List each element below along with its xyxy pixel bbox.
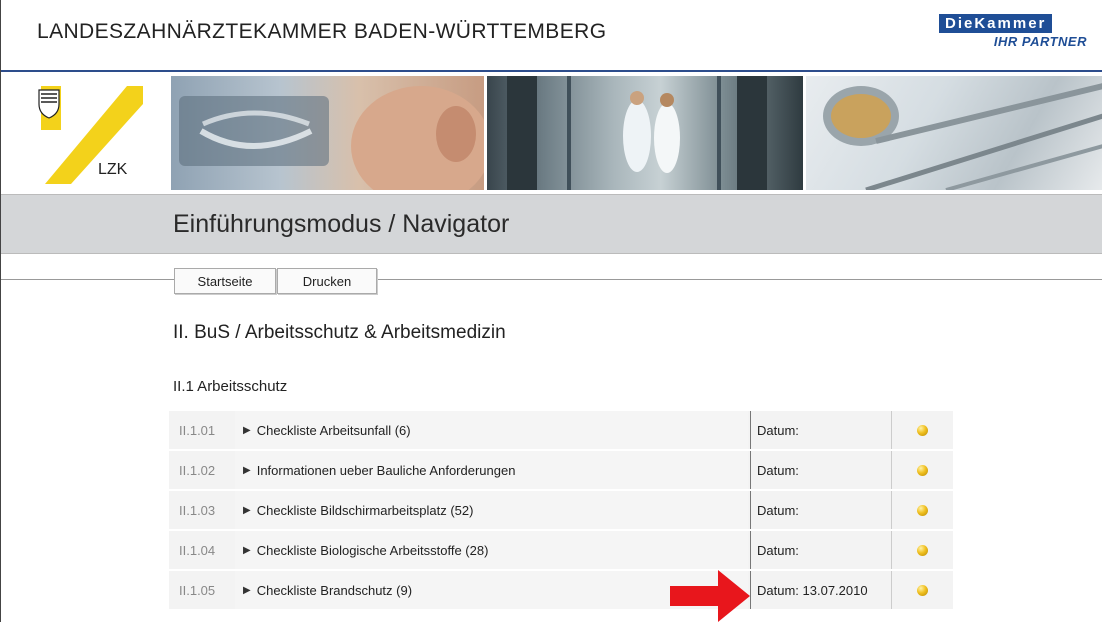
item-title-link[interactable]: ▶ Checkliste Bildschirmarbeitsplatz (52) bbox=[235, 491, 748, 529]
triangle-right-icon: ▶ bbox=[243, 504, 251, 516]
top-header: LANDESZAHNÄRZTEKAMMER BADEN-WÜRTTEMBERG … bbox=[1, 0, 1102, 72]
yellow-dot-icon bbox=[917, 584, 928, 596]
triangle-right-icon: ▶ bbox=[243, 544, 251, 556]
triangle-right-icon: ▶ bbox=[243, 584, 251, 596]
item-title: Checkliste Bildschirmarbeitsplatz (52) bbox=[256, 502, 474, 518]
lzk-logo[interactable]: LZK bbox=[31, 86, 143, 184]
section-heading: II. BuS / Arbeitsschutz & Arbeitsmedizin bbox=[173, 322, 506, 343]
table-row[interactable]: II.1.05 ▶ Checkliste Brandschutz (9) Datu… bbox=[169, 571, 953, 609]
item-title-link[interactable]: ▶ Checkliste Biologische Arbeitsstoffe (2… bbox=[235, 531, 748, 569]
item-code: II.1.05 bbox=[179, 582, 216, 598]
table-row[interactable]: II.1.03 ▶ Checkliste Bildschirmarbeitspla… bbox=[169, 491, 953, 529]
item-date: Datum: bbox=[750, 531, 890, 569]
organization-name: LANDESZAHNÄRZTEKAMMER BADEN-WÜRTTEMBERG bbox=[37, 20, 607, 43]
status-cell bbox=[891, 491, 953, 529]
logo-text: LZK bbox=[98, 161, 128, 178]
status-cell bbox=[891, 451, 953, 489]
item-title: Informationen ueber Bauliche Anforderung… bbox=[256, 462, 516, 478]
yellow-dot-icon bbox=[917, 544, 928, 556]
item-title: Checkliste Arbeitsunfall (6) bbox=[256, 422, 411, 438]
start-page-button[interactable]: Startseite bbox=[174, 268, 276, 294]
item-date: Datum: bbox=[750, 411, 890, 449]
status-cell bbox=[891, 531, 953, 569]
item-code: II.1.03 bbox=[179, 502, 216, 518]
item-title: Checkliste Brandschutz (9) bbox=[256, 582, 413, 598]
title-band: Einführungsmodus / Navigator bbox=[1, 194, 1102, 254]
item-code: II.1.01 bbox=[179, 422, 216, 438]
checklist-table: II.1.01 ▶ Checkliste Arbeitsunfall (6) Da… bbox=[169, 411, 953, 611]
dental-instruments-photo bbox=[806, 76, 1102, 190]
nav-divider bbox=[1, 279, 1102, 280]
sub-heading: II.1 Arbeitsschutz bbox=[173, 378, 288, 395]
item-date: Datum: 13.07.2010 bbox=[750, 571, 890, 609]
item-date: Datum: bbox=[750, 491, 890, 529]
item-title-link[interactable]: ▶ Checkliste Arbeitsunfall (6) bbox=[235, 411, 748, 449]
item-code: II.1.04 bbox=[179, 542, 216, 558]
table-row[interactable]: II.1.04 ▶ Checkliste Biologische Arbeitss… bbox=[169, 531, 953, 569]
item-date: Datum: bbox=[750, 451, 890, 489]
brand-logo[interactable]: DieKammer IHR PARTNER bbox=[937, 14, 1089, 49]
page-title: Einführungsmodus / Navigator bbox=[173, 210, 510, 238]
table-row[interactable]: II.1.02 ▶ Informationen ueber Bauliche An… bbox=[169, 451, 953, 489]
item-code: II.1.02 bbox=[179, 462, 216, 478]
hallway-photo bbox=[487, 76, 803, 190]
yellow-dot-icon bbox=[917, 504, 928, 516]
triangle-right-icon: ▶ bbox=[243, 464, 251, 476]
status-cell bbox=[891, 571, 953, 609]
table-row[interactable]: II.1.01 ▶ Checkliste Arbeitsunfall (6) Da… bbox=[169, 411, 953, 449]
brand-name: DieKammer bbox=[939, 14, 1053, 33]
red-arrow-icon bbox=[670, 570, 750, 622]
item-title: Checkliste Biologische Arbeitsstoffe (28… bbox=[256, 542, 489, 558]
item-title-link[interactable]: ▶ Informationen ueber Bauliche Anforderun… bbox=[235, 451, 748, 489]
xray-photo bbox=[171, 76, 484, 190]
yellow-dot-icon bbox=[917, 464, 928, 476]
brand-tagline: IHR PARTNER bbox=[993, 34, 1087, 49]
status-cell bbox=[891, 411, 953, 449]
print-button[interactable]: Drucken bbox=[277, 268, 377, 294]
yellow-dot-icon bbox=[917, 424, 928, 436]
page-frame: LANDESZAHNÄRZTEKAMMER BADEN-WÜRTTEMBERG … bbox=[0, 0, 1102, 622]
triangle-right-icon: ▶ bbox=[243, 424, 251, 436]
